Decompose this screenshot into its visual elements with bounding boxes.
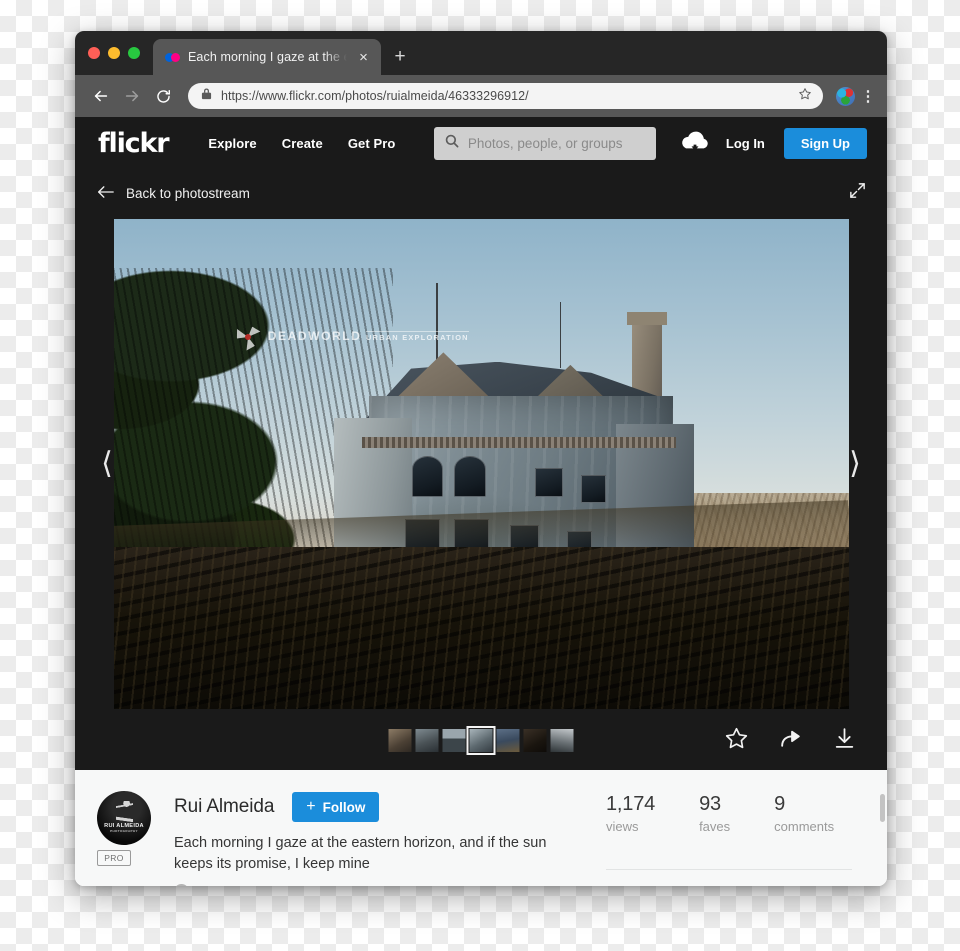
- extension-icon[interactable]: [836, 86, 855, 106]
- follow-label: Follow: [322, 799, 366, 815]
- photo-stage: DEADWORLD URBAN EXPLORATION ⟨ ⟩: [75, 216, 887, 711]
- thumbnail-item[interactable]: [442, 729, 466, 752]
- photo-watermark: DEADWORLD URBAN EXPLORATION: [235, 324, 469, 350]
- arrow-left-icon: [97, 185, 114, 202]
- star-outline-icon[interactable]: [724, 726, 749, 756]
- photo-info-panel: RUI ALMEIDA PHOTOGRAPHY PRO Rui Almeida +…: [75, 770, 887, 886]
- flickr-dots-icon: [165, 51, 180, 63]
- download-icon[interactable]: [832, 726, 857, 756]
- chevron-right-icon[interactable]: ⟩: [837, 448, 873, 479]
- close-icon[interactable]: ×: [355, 50, 372, 65]
- comments-label: comments: [774, 819, 835, 834]
- url-text: https://www.flickr.com/photos/ruialmeida…: [221, 89, 529, 103]
- stat-comments: 9 comments: [774, 793, 834, 886]
- photo-burnt-ground: [113, 546, 849, 709]
- photo-stats: 1,174 views 93 faves 9 comments: [606, 791, 862, 886]
- nav-item-create[interactable]: Create: [282, 136, 323, 151]
- search-input[interactable]: [467, 136, 646, 151]
- address-bar[interactable]: https://www.flickr.com/photos/ruialmeida…: [188, 83, 823, 109]
- comments-count: 9: [774, 793, 786, 815]
- photo-thumbnail-strip: [75, 711, 887, 770]
- thumbnail-item[interactable]: [388, 729, 412, 752]
- avatar-name: RUI ALMEIDA PHOTOGRAPHY: [104, 823, 144, 833]
- expand-diagonal-icon[interactable]: [848, 181, 867, 205]
- nav-item-get-pro[interactable]: Get Pro: [348, 136, 396, 151]
- thumbnail-item[interactable]: [523, 729, 547, 752]
- photo-top-bar: Back to photostream: [75, 170, 887, 216]
- avatar-column: RUI ALMEIDA PHOTOGRAPHY PRO: [97, 791, 174, 886]
- reload-icon[interactable]: [150, 83, 176, 109]
- stat-faves: 93 faves: [699, 793, 730, 886]
- login-link[interactable]: Log In: [726, 136, 765, 151]
- pro-badge: PRO: [97, 850, 131, 866]
- signup-button[interactable]: Sign Up: [783, 128, 867, 159]
- stat-views: 1,174 views: [606, 793, 655, 886]
- back-to-photostream-link[interactable]: Back to photostream: [97, 185, 250, 202]
- search-box[interactable]: [433, 127, 656, 160]
- padlock-icon: [201, 87, 212, 105]
- stats-divider: [606, 869, 852, 870]
- kebab-menu-icon[interactable]: ⋮: [860, 89, 876, 104]
- thumbnail-item-selected[interactable]: [466, 726, 496, 755]
- back-label: Back to photostream: [126, 185, 250, 201]
- browser-tab[interactable]: Each morning I gaze at the eas ×: [153, 39, 381, 75]
- back-arrow-icon[interactable]: [88, 83, 114, 109]
- watermark-title: DEADWORLD: [267, 329, 362, 344]
- search-icon: [444, 133, 460, 154]
- flickr-page: flickr Explore Create Get Pro Log In Sig…: [75, 117, 887, 886]
- thumbnail-item[interactable]: [550, 729, 574, 752]
- photo-section: Back to photostream DEADWORLD URBAN EXPL…: [75, 170, 887, 770]
- minimize-window-button[interactable]: [108, 47, 120, 59]
- browser-tab-strip: Each morning I gaze at the eas × +: [75, 31, 887, 75]
- site-dot-icon: [174, 883, 189, 886]
- radiation-symbol-icon: [235, 324, 261, 350]
- upload-cloud-icon[interactable]: [680, 130, 710, 157]
- page-scrollbar[interactable]: [880, 794, 885, 822]
- photo-meta-column: Rui Almeida + Follow Each morning I gaze…: [174, 791, 606, 886]
- faves-count: 93: [699, 793, 721, 815]
- maximize-window-button[interactable]: [128, 47, 140, 59]
- owner-row: Rui Almeida + Follow: [174, 792, 606, 822]
- star-outline-icon[interactable]: [798, 87, 812, 106]
- flickr-header-right: Log In Sign Up: [433, 127, 867, 160]
- owner-name[interactable]: Rui Almeida: [174, 796, 274, 818]
- flickr-main-nav: Explore Create Get Pro: [208, 136, 395, 151]
- tab-title: Each morning I gaze at the eas: [188, 50, 347, 64]
- new-tab-button[interactable]: +: [381, 39, 419, 75]
- forward-arrow-icon[interactable]: [119, 83, 145, 109]
- close-window-button[interactable]: [88, 47, 100, 59]
- thumbnail-item[interactable]: [415, 729, 439, 752]
- nav-item-explore[interactable]: Explore: [208, 136, 256, 151]
- plus-icon: +: [306, 798, 316, 815]
- follow-button[interactable]: + Follow: [292, 792, 380, 822]
- flickr-header: flickr Explore Create Get Pro Log In Sig…: [75, 117, 887, 170]
- photo-title: Each morning I gaze at the eastern horiz…: [174, 835, 547, 872]
- window-traffic-lights: [88, 31, 140, 75]
- views-label: views: [606, 819, 639, 834]
- browser-window: Each morning I gaze at the eas × + https…: [75, 31, 887, 886]
- thumbnail-item[interactable]: [496, 729, 520, 752]
- faves-label: faves: [699, 819, 731, 834]
- photo-actions: [724, 726, 857, 756]
- browser-toolbar: https://www.flickr.com/photos/ruialmeida…: [75, 75, 887, 117]
- flickr-logo[interactable]: flickr: [98, 128, 170, 159]
- views-count: 1,174: [606, 793, 656, 815]
- thumbnail-list: [388, 726, 574, 755]
- share-arrow-icon[interactable]: [778, 726, 803, 756]
- avatar[interactable]: RUI ALMEIDA PHOTOGRAPHY: [97, 791, 151, 845]
- site-label: Site: [196, 883, 222, 886]
- chevron-left-icon[interactable]: ⟨: [89, 448, 125, 479]
- photo-image[interactable]: DEADWORLD URBAN EXPLORATION: [113, 218, 849, 709]
- watermark-subtitle: URBAN EXPLORATION: [365, 331, 469, 343]
- site-link[interactable]: Site: [174, 883, 606, 886]
